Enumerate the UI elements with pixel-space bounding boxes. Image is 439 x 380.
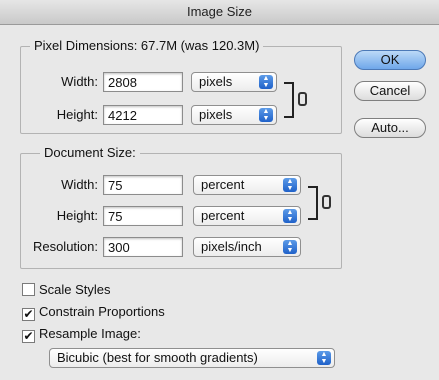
pixel-dimensions-legend: Pixel Dimensions: 67.7M (was 120.3M) <box>30 38 264 53</box>
updown-arrows-icon: ▲ ▼ <box>259 75 273 89</box>
resolution-label: Resolution: <box>32 239 98 254</box>
checkmark-icon: ✔ <box>23 307 34 321</box>
pixel-constrain-bracket <box>284 82 294 118</box>
checkmark-icon: ✔ <box>23 329 34 343</box>
document-height-label: Height: <box>56 208 98 223</box>
pixel-height-unit-value: pixels <box>199 107 233 122</box>
scale-styles-label: Scale Styles <box>39 282 111 297</box>
document-size-legend: Document Size: <box>40 145 140 160</box>
document-width-label: Width: <box>61 177 98 192</box>
resample-image-checkbox[interactable]: ✔ Resample Image: <box>22 326 141 343</box>
auto-button[interactable]: Auto... <box>354 118 426 138</box>
constrain-proportions-box[interactable]: ✔ <box>22 308 35 321</box>
dialog-title: Image Size <box>0 0 439 25</box>
constrain-proportions-checkbox[interactable]: ✔ Constrain Proportions <box>22 304 165 321</box>
resample-method-value: Bicubic (best for smooth gradients) <box>57 350 258 365</box>
updown-arrows-icon: ▲ ▼ <box>259 108 273 122</box>
pixel-height-label: Height: <box>56 107 98 122</box>
resolution-unit-select[interactable]: pixels/inch ▲ ▼ <box>193 237 301 257</box>
cancel-button[interactable]: Cancel <box>354 81 426 101</box>
updown-arrows-icon: ▲ ▼ <box>317 351 331 365</box>
chain-link-icon <box>322 195 331 209</box>
pixel-width-input[interactable]: 2808 <box>103 72 183 92</box>
resample-image-label: Resample Image: <box>39 326 141 341</box>
scale-styles-box[interactable] <box>22 283 35 296</box>
pixel-width-unit-select[interactable]: pixels ▲ ▼ <box>191 72 277 92</box>
updown-arrows-icon: ▲ ▼ <box>283 240 297 254</box>
chain-link-icon <box>298 92 307 106</box>
scale-styles-checkbox[interactable]: Scale Styles <box>22 282 111 298</box>
document-height-unit-value: percent <box>201 208 245 223</box>
resample-image-box[interactable]: ✔ <box>22 330 35 343</box>
updown-arrows-icon: ▲ ▼ <box>283 209 297 223</box>
pixel-width-unit-value: pixels <box>199 74 233 89</box>
pixel-height-unit-select[interactable]: pixels ▲ ▼ <box>191 105 277 125</box>
resolution-unit-value: pixels/inch <box>201 239 262 254</box>
document-height-unit-select[interactable]: percent ▲ ▼ <box>193 206 301 226</box>
pixel-width-label: Width: <box>61 74 98 89</box>
resample-method-select[interactable]: Bicubic (best for smooth gradients) ▲ ▼ <box>49 348 335 368</box>
document-constrain-bracket <box>308 186 318 220</box>
document-width-unit-value: percent <box>201 177 245 192</box>
document-height-input[interactable]: 75 <box>103 206 183 226</box>
ok-button[interactable]: OK <box>354 50 426 70</box>
updown-arrows-icon: ▲ ▼ <box>283 178 297 192</box>
document-width-unit-select[interactable]: percent ▲ ▼ <box>193 175 301 195</box>
resolution-input[interactable]: 300 <box>103 237 183 257</box>
constrain-proportions-label: Constrain Proportions <box>39 304 165 319</box>
pixel-height-input[interactable]: 4212 <box>103 105 183 125</box>
document-width-input[interactable]: 75 <box>103 175 183 195</box>
